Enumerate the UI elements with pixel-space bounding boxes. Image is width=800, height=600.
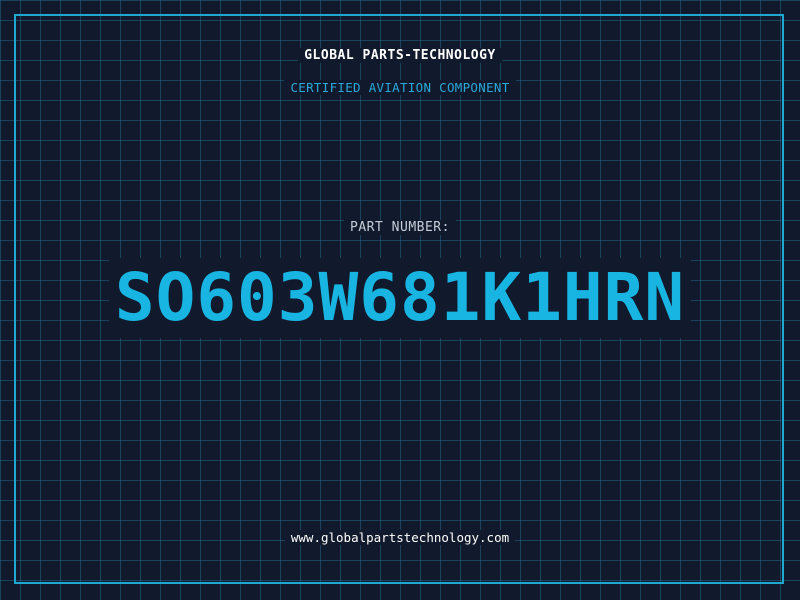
brand-title: GLOBAL PARTS-TECHNOLOGY <box>298 48 502 63</box>
part-number-label: PART NUMBER: <box>344 220 456 235</box>
part-number-value: SO603W681K1HRN <box>108 258 692 338</box>
brand-header: GLOBAL PARTS-TECHNOLOGY <box>0 48 800 63</box>
certification-subtitle: CERTIFIED AVIATION COMPONENT <box>284 80 516 95</box>
website-url: www.globalpartstechnology.com <box>284 530 516 545</box>
part-number-row: SO603W681K1HRN <box>0 258 800 338</box>
subtitle-row: CERTIFIED AVIATION COMPONENT <box>0 80 800 95</box>
part-number-label-row: PART NUMBER: <box>0 220 800 235</box>
footer-row: www.globalpartstechnology.com <box>0 530 800 545</box>
